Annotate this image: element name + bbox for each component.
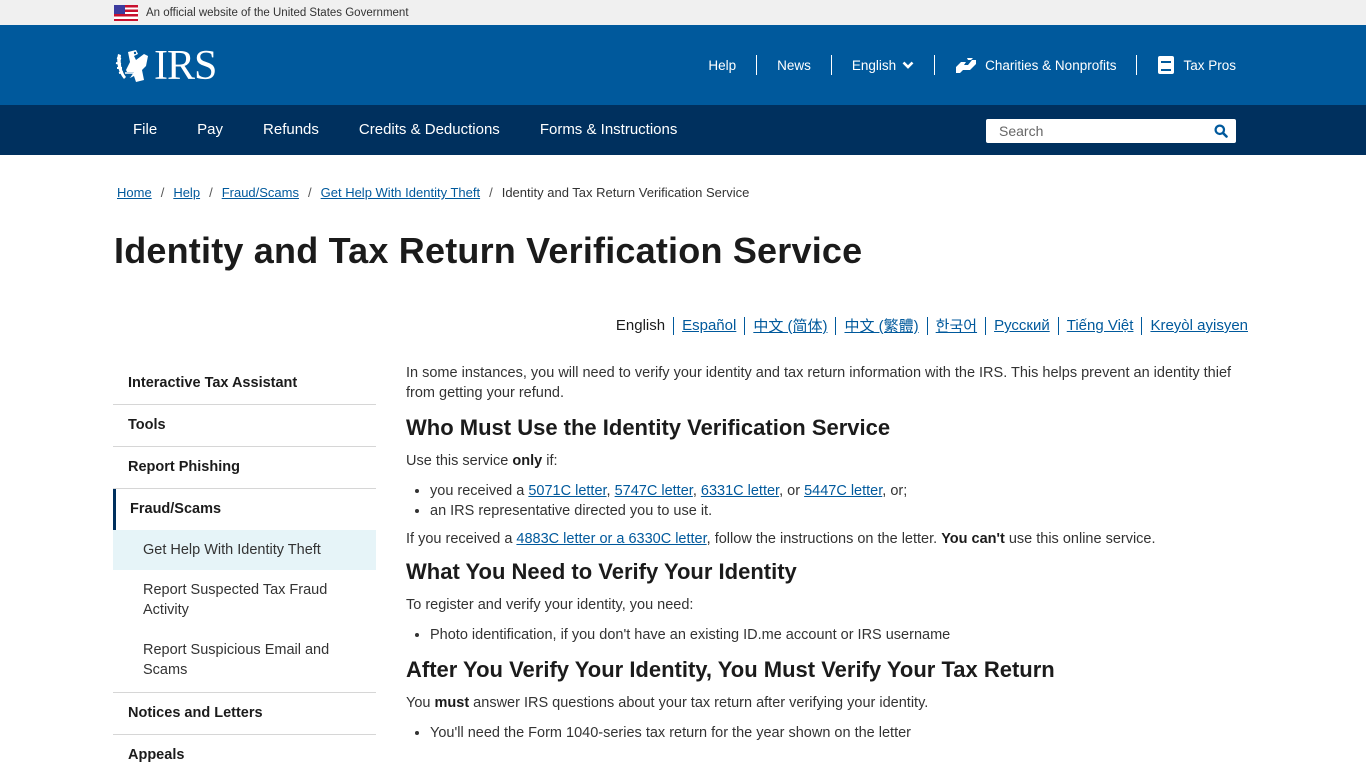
language-chinese-simplified[interactable]: 中文 (简体) bbox=[745, 315, 835, 336]
what-you-need-lead: To register and verify your identity, yo… bbox=[406, 597, 694, 613]
language-haitian-creole[interactable]: Kreyòl ayisyen bbox=[1142, 317, 1248, 334]
help-link[interactable]: Help bbox=[688, 58, 756, 73]
irs-eagle-emblem-icon bbox=[115, 50, 148, 82]
letter-5747c-link[interactable]: 5747C letter bbox=[615, 483, 693, 499]
section-heading-who-must-use: Who Must Use the Identity Verification S… bbox=[406, 415, 891, 440]
tax-pros-label: Tax Pros bbox=[1183, 57, 1236, 73]
list-item: You'll need the Form 1040-series tax ret… bbox=[430, 723, 1246, 743]
letter-4883c-6330c-link[interactable]: 4883C letter or a 6330C letter bbox=[516, 531, 706, 547]
sidebar-nav: Interactive Tax Assistant Tools Report P… bbox=[113, 363, 376, 776]
main-content: In some instances, you will need to veri… bbox=[406, 363, 1246, 751]
list-item: you received a 5071C letter, 5747C lette… bbox=[430, 481, 1246, 501]
list-item: an IRS representative directed you to us… bbox=[430, 501, 1246, 521]
sidebar-item-report-phishing[interactable]: Report Phishing bbox=[113, 447, 376, 489]
us-flag-icon bbox=[114, 4, 138, 21]
text: , follow the instructions on the letter. bbox=[706, 531, 942, 547]
logo-text: IRS bbox=[154, 43, 217, 89]
emphasis: only bbox=[512, 453, 543, 469]
letter-5447c-link[interactable]: 5447C letter bbox=[804, 483, 882, 499]
sidebar-item-notices-letters[interactable]: Notices and Letters bbox=[113, 693, 376, 735]
verify-tax-return-list: You'll need the Form 1040-series tax ret… bbox=[430, 723, 1246, 743]
language-selector: English Español 中文 (简体) 中文 (繁體) 한국어 Русс… bbox=[608, 315, 1248, 336]
breadcrumb-current: Identity and Tax Return Verification Ser… bbox=[501, 185, 750, 200]
language-english-current: English bbox=[615, 317, 666, 334]
breadcrumb-help[interactable]: Help bbox=[173, 185, 200, 200]
utility-nav: Help News English Charities & Nonprofits bbox=[688, 25, 1236, 105]
site-header: IRS Help News English Charities & Nonpro… bbox=[0, 25, 1366, 105]
breadcrumb-separator: / bbox=[308, 185, 312, 200]
text: if: bbox=[542, 453, 558, 469]
text: , bbox=[692, 483, 701, 499]
text: you received a bbox=[430, 483, 529, 499]
breadcrumb-separator: / bbox=[209, 185, 213, 200]
text: If you received a bbox=[406, 531, 517, 547]
page-title: Identity and Tax Return Verification Ser… bbox=[114, 230, 863, 271]
breadcrumb-separator: / bbox=[160, 185, 165, 200]
breadcrumb: Home / Help / Fraud/Scams / Get Help Wit… bbox=[117, 185, 749, 200]
sidebar-group-fraud-scams: Fraud/Scams Get Help With Identity Theft… bbox=[113, 489, 376, 693]
emphasis: must bbox=[434, 695, 470, 711]
news-link[interactable]: News bbox=[757, 58, 831, 73]
emphasis: You can't bbox=[941, 531, 1005, 547]
language-spanish[interactable]: Español bbox=[674, 317, 744, 334]
book-icon bbox=[1158, 56, 1175, 74]
intro-paragraph: In some instances, you will need to veri… bbox=[406, 365, 1232, 401]
nav-pay[interactable]: Pay bbox=[177, 105, 243, 155]
letter-5071c-link[interactable]: 5071C letter bbox=[528, 483, 606, 499]
search-box bbox=[986, 119, 1236, 143]
text: , or bbox=[779, 483, 805, 499]
language-label: English bbox=[851, 57, 897, 73]
breadcrumb-fraud-scams[interactable]: Fraud/Scams bbox=[222, 185, 299, 200]
chevron-down-icon bbox=[902, 61, 914, 69]
text: Use this service bbox=[406, 453, 513, 469]
sidebar-subitem-report-tax-fraud[interactable]: Report Suspected Tax Fraud Activity bbox=[113, 570, 376, 630]
tax-pros-link[interactable]: Tax Pros bbox=[1137, 55, 1236, 75]
charities-nonprofits-link[interactable]: Charities & Nonprofits bbox=[935, 56, 1136, 74]
nav-credits-deductions[interactable]: Credits & Deductions bbox=[339, 105, 520, 155]
breadcrumb-home[interactable]: Home bbox=[117, 185, 152, 200]
breadcrumb-separator: / bbox=[489, 185, 493, 200]
nav-file[interactable]: File bbox=[113, 105, 177, 155]
sidebar-item-appeals[interactable]: Appeals bbox=[113, 735, 376, 776]
sidebar-item-fraud-scams[interactable]: Fraud/Scams bbox=[113, 489, 376, 530]
language-korean[interactable]: 한국어 bbox=[928, 315, 985, 336]
sidebar-item-tools[interactable]: Tools bbox=[113, 405, 376, 447]
text: You bbox=[406, 695, 435, 711]
letter-note: If you received a 4883C letter or a 6330… bbox=[406, 529, 1246, 549]
gov-banner: An official website of the United States… bbox=[0, 0, 1366, 25]
language-chinese-traditional[interactable]: 中文 (繁體) bbox=[836, 315, 926, 336]
section-heading-what-you-need: What You Need to Verify Your Identity bbox=[406, 559, 797, 584]
text: use this online service. bbox=[1004, 531, 1156, 547]
search-icon bbox=[1214, 124, 1228, 138]
breadcrumb-identity-theft[interactable]: Get Help With Identity Theft bbox=[321, 185, 480, 200]
language-russian[interactable]: Русский bbox=[986, 317, 1058, 334]
text: , or; bbox=[882, 483, 908, 499]
verify-tax-return-lead: You must answer IRS questions about your… bbox=[406, 693, 1246, 713]
language-dropdown[interactable]: English bbox=[832, 58, 934, 73]
sidebar-item-interactive-tax-assistant[interactable]: Interactive Tax Assistant bbox=[113, 363, 376, 405]
nav-refunds[interactable]: Refunds bbox=[243, 105, 339, 155]
sidebar-subitem-report-suspicious-email[interactable]: Report Suspicious Email and Scams bbox=[113, 630, 376, 690]
charities-label: Charities & Nonprofits bbox=[985, 57, 1117, 73]
list-item: Photo identification, if you don't have … bbox=[430, 625, 1246, 645]
section-heading-verify-tax-return: After You Verify Your Identity, You Must… bbox=[406, 657, 1055, 682]
letter-6331c-link[interactable]: 6331C letter bbox=[701, 483, 779, 499]
search-button[interactable] bbox=[1206, 119, 1236, 143]
who-must-use-lead: Use this service only if: bbox=[406, 451, 1246, 471]
language-vietnamese[interactable]: Tiếng Việt bbox=[1059, 317, 1142, 334]
text: answer IRS questions about your tax retu… bbox=[469, 695, 929, 711]
irs-logo[interactable]: IRS bbox=[114, 43, 217, 89]
sidebar-subitem-identity-theft[interactable]: Get Help With Identity Theft bbox=[113, 530, 376, 570]
nav-forms-instructions[interactable]: Forms & Instructions bbox=[520, 105, 698, 155]
search-input[interactable] bbox=[986, 123, 1206, 139]
text: , bbox=[606, 483, 615, 499]
handshake-icon bbox=[956, 58, 977, 73]
what-you-need-list: Photo identification, if you don't have … bbox=[430, 625, 1246, 645]
main-nav: File Pay Refunds Credits & Deductions Fo… bbox=[0, 105, 1366, 155]
who-must-use-list: you received a 5071C letter, 5747C lette… bbox=[430, 481, 1246, 521]
gov-banner-text: An official website of the United States… bbox=[146, 6, 409, 19]
